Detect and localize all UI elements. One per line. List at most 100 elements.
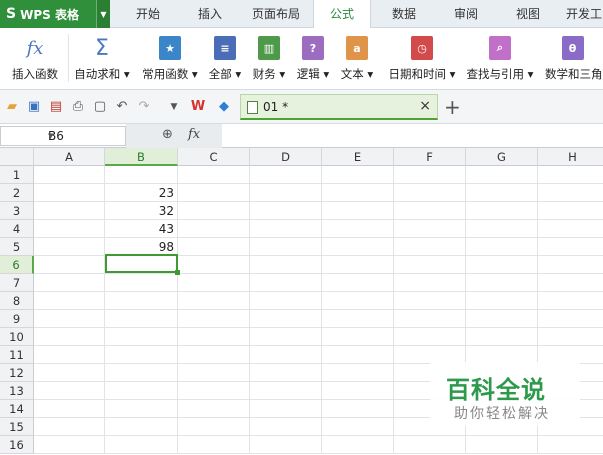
chevron-down-icon[interactable]: ▼ [48, 132, 121, 140]
cell-e14[interactable] [322, 400, 394, 418]
cell-a8[interactable] [34, 292, 105, 310]
open-folder-icon[interactable]: ▰ [4, 99, 20, 115]
column-header-b[interactable]: B [105, 148, 178, 166]
cell-c10[interactable] [178, 328, 250, 346]
active-cell-cursor[interactable] [105, 254, 180, 275]
tab-view[interactable]: 视图 [506, 0, 550, 28]
cell-f5[interactable] [394, 238, 466, 256]
wps-home-icon[interactable]: W [190, 99, 206, 115]
cell-e2[interactable] [322, 184, 394, 202]
cell-e6[interactable] [322, 256, 394, 274]
row-header-1[interactable]: 1 [0, 166, 34, 184]
cell-d6[interactable] [250, 256, 322, 274]
cell-b3[interactable]: 32 [105, 202, 178, 220]
cell-c4[interactable] [178, 220, 250, 238]
cell-g1[interactable] [466, 166, 538, 184]
row-header-4[interactable]: 4 [0, 220, 34, 238]
cell-c6[interactable] [178, 256, 250, 274]
cell-e16[interactable] [322, 436, 394, 454]
cell-a12[interactable] [34, 364, 105, 382]
select-all-corner[interactable] [0, 148, 34, 166]
insert-function-button[interactable]: fx 插入函数 [4, 28, 66, 88]
cell-e1[interactable] [322, 166, 394, 184]
cell-c2[interactable] [178, 184, 250, 202]
row-header-13[interactable]: 13 [0, 382, 34, 400]
row-header-8[interactable]: 8 [0, 292, 34, 310]
cell-f9[interactable] [394, 310, 466, 328]
cell-b10[interactable] [105, 328, 178, 346]
cell-e10[interactable] [322, 328, 394, 346]
cell-g9[interactable] [466, 310, 538, 328]
cell-c11[interactable] [178, 346, 250, 364]
fx-button[interactable]: fx [188, 127, 200, 142]
cell-e7[interactable] [322, 274, 394, 292]
cell-d1[interactable] [250, 166, 322, 184]
cell-a14[interactable] [34, 400, 105, 418]
cell-c9[interactable] [178, 310, 250, 328]
logical-button[interactable]: ? 逻辑 ▾ [293, 28, 333, 88]
cell-h2[interactable] [538, 184, 603, 202]
row-header-6[interactable]: 6 [0, 256, 34, 274]
cell-h4[interactable] [538, 220, 603, 238]
cell-d9[interactable] [250, 310, 322, 328]
cell-b4[interactable]: 43 [105, 220, 178, 238]
cell-h5[interactable] [538, 238, 603, 256]
cell-a9[interactable] [34, 310, 105, 328]
new-tab-button[interactable]: + [444, 95, 461, 119]
cell-a3[interactable] [34, 202, 105, 220]
cell-c7[interactable] [178, 274, 250, 292]
cell-e8[interactable] [322, 292, 394, 310]
cell-g16[interactable] [466, 436, 538, 454]
row-header-11[interactable]: 11 [0, 346, 34, 364]
cell-d8[interactable] [250, 292, 322, 310]
redo-icon[interactable]: ↷ [136, 99, 152, 115]
tab-insert[interactable]: 插入 [188, 0, 232, 28]
cell-c5[interactable] [178, 238, 250, 256]
cloud-cube-icon[interactable]: ◆ [216, 99, 232, 115]
cell-b2[interactable]: 23 [105, 184, 178, 202]
cell-f6[interactable] [394, 256, 466, 274]
cell-c1[interactable] [178, 166, 250, 184]
cell-b9[interactable] [105, 310, 178, 328]
cell-h8[interactable] [538, 292, 603, 310]
cell-b7[interactable] [105, 274, 178, 292]
column-header-f[interactable]: F [394, 148, 466, 166]
cell-f7[interactable] [394, 274, 466, 292]
math-trig-button[interactable]: θ 数学和三角 [542, 28, 603, 88]
cell-g4[interactable] [466, 220, 538, 238]
tab-data[interactable]: 数据 [382, 0, 426, 28]
financial-button[interactable]: ▥ 财务 ▾ [249, 28, 289, 88]
cell-h3[interactable] [538, 202, 603, 220]
cell-e4[interactable] [322, 220, 394, 238]
cell-a4[interactable] [34, 220, 105, 238]
cell-e9[interactable] [322, 310, 394, 328]
cell-b11[interactable] [105, 346, 178, 364]
cell-f3[interactable] [394, 202, 466, 220]
customize-dropdown-icon[interactable]: ▼ [166, 99, 182, 115]
cell-d12[interactable] [250, 364, 322, 382]
formula-input[interactable] [224, 124, 603, 148]
cell-g5[interactable] [466, 238, 538, 256]
autosum-button[interactable]: Σ 自动求和 ▾ [70, 28, 134, 88]
cell-a16[interactable] [34, 436, 105, 454]
document-tab[interactable]: 01 * × [240, 94, 438, 120]
row-header-5[interactable]: 5 [0, 238, 34, 256]
tab-review[interactable]: 审阅 [444, 0, 488, 28]
cell-d11[interactable] [250, 346, 322, 364]
row-header-10[interactable]: 10 [0, 328, 34, 346]
cell-d5[interactable] [250, 238, 322, 256]
cell-c12[interactable] [178, 364, 250, 382]
cell-d10[interactable] [250, 328, 322, 346]
column-header-d[interactable]: D [250, 148, 322, 166]
cell-f8[interactable] [394, 292, 466, 310]
row-header-12[interactable]: 12 [0, 364, 34, 382]
zoom-search-icon[interactable]: ⊕ [162, 127, 173, 142]
undo-icon[interactable]: ↶ [114, 99, 130, 115]
cell-d14[interactable] [250, 400, 322, 418]
row-header-15[interactable]: 15 [0, 418, 34, 436]
lookup-reference-button[interactable]: ⌕ 查找与引用 ▾ [464, 28, 536, 88]
cell-g6[interactable] [466, 256, 538, 274]
cell-f10[interactable] [394, 328, 466, 346]
cell-a15[interactable] [34, 418, 105, 436]
cell-a5[interactable] [34, 238, 105, 256]
